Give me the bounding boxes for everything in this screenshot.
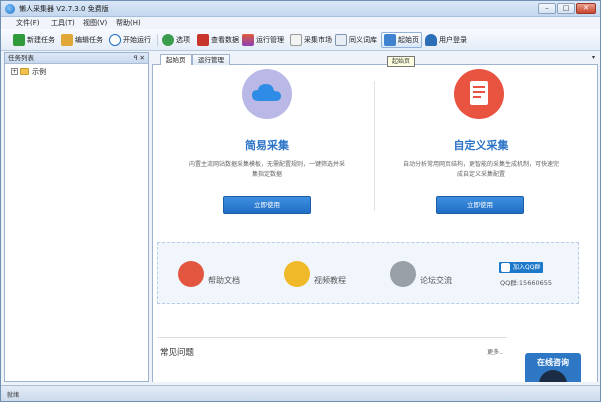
forum-icon — [390, 261, 416, 287]
folder-icon — [20, 68, 29, 75]
market-button[interactable]: 采集市场 — [290, 32, 332, 48]
simple-collect-title: 简易采集 — [245, 139, 289, 152]
start-run-button[interactable]: 开始运行 — [109, 32, 151, 48]
maximize-button[interactable]: □ — [557, 3, 575, 14]
faq-section: 常见问题 更多.. — [157, 337, 507, 382]
tree-item-example[interactable]: + 示例 — [5, 66, 148, 77]
tab-strip: 起始页 运行管理 ▾ — [152, 52, 598, 66]
task-list-header: 任务列表 ꟼ ✕ — [5, 53, 148, 64]
user-icon — [425, 34, 437, 46]
resource-links-box: 帮助文档 视频教程 论坛交流 — [157, 242, 579, 304]
feature-divider — [374, 81, 375, 211]
edit-task-button[interactable]: 编辑任务 — [61, 32, 103, 48]
edit-task-icon — [61, 34, 73, 46]
app-window: 懒人采集器 V2.7.3.0 免费版 – □ ✕ 文件(F) 工具(T) 视图(… — [0, 0, 601, 402]
join-qq-group-button[interactable]: 加入QQ群 — [499, 262, 544, 273]
title-bar: 懒人采集器 V2.7.3.0 免费版 – □ ✕ — [1, 1, 600, 17]
menu-help[interactable]: 帮助(H) — [116, 18, 141, 28]
view-data-icon — [197, 34, 209, 46]
app-logo-icon — [5, 4, 15, 14]
faq-title: 常见问题 — [160, 348, 195, 358]
menu-tools[interactable]: 工具(T) — [51, 18, 75, 28]
online-consult-widget[interactable]: 在线咨询 — [525, 353, 581, 382]
help-doc-link[interactable]: 帮助文档 — [178, 261, 240, 287]
status-text: 就绪 — [7, 392, 20, 399]
faq-more-link[interactable]: 更多.. — [487, 347, 503, 356]
start-page-content: 简易采集 内置主流网站数据采集模板，无需配置规则，一键筛选并采集指定数据 立即使… — [152, 65, 598, 382]
run-manage-button[interactable]: 运行管理 — [242, 32, 284, 48]
qq-group-number: QQ群:15660655 — [500, 279, 553, 287]
synonym-icon — [335, 34, 347, 46]
video-tutorial-link[interactable]: 视频教程 — [284, 261, 346, 287]
market-icon — [290, 34, 302, 46]
forum-link[interactable]: 论坛交流 — [390, 261, 452, 287]
new-task-button[interactable]: 新建任务 — [13, 32, 55, 48]
online-consult-title: 在线咨询 — [537, 358, 569, 367]
cloud-icon — [242, 69, 292, 119]
help-doc-icon — [178, 261, 204, 287]
custom-collect-title: 自定义采集 — [453, 139, 509, 152]
minimize-button[interactable]: – — [538, 3, 556, 14]
expand-icon[interactable]: + — [11, 68, 18, 75]
home-icon — [384, 34, 396, 46]
status-bar: 就绪 — [1, 385, 600, 401]
video-tutorial-icon — [284, 261, 310, 287]
start-page-tooltip: 起始页 — [387, 56, 416, 67]
custom-collect-use-button[interactable]: 立即使用 — [436, 196, 524, 214]
view-data-button[interactable]: 查看数据 — [197, 32, 239, 48]
tab-menu-arrow-icon[interactable]: ▾ — [592, 54, 595, 61]
toolbar: 新建任务 编辑任务 开始运行 选项 查看数据 运行管理 采集市场 同义词库 起始… — [1, 29, 600, 51]
options-button[interactable]: 选项 — [162, 32, 190, 48]
document-icon — [454, 69, 504, 119]
support-avatar — [539, 370, 567, 382]
start-page-button[interactable]: 起始页 — [381, 32, 422, 48]
simple-collect-use-button[interactable]: 立即使用 — [223, 196, 311, 214]
close-button[interactable]: ✕ — [576, 3, 596, 14]
panel-pin-close-buttons[interactable]: ꟼ ✕ — [134, 53, 145, 63]
menu-view[interactable]: 视图(V) — [83, 18, 107, 28]
run-manage-icon — [242, 34, 254, 46]
menu-bar: 文件(F) 工具(T) 视图(V) 帮助(H) — [1, 17, 600, 29]
custom-collect-desc: 自动分析常用网页结构，更智能的采集生成机制，可快速完成自定义采集配置 — [402, 161, 559, 178]
tab-run-manage[interactable]: 运行管理 — [192, 54, 230, 65]
synonym-button[interactable]: 同义词库 — [335, 32, 377, 48]
simple-collect-card: 简易采集 内置主流网站数据采集模板，无需配置规则，一键筛选并采集指定数据 立即使… — [167, 65, 367, 230]
add-task-icon — [13, 34, 25, 46]
toolbar-separator — [157, 34, 158, 46]
window-title: 懒人采集器 V2.7.3.0 免费版 — [19, 5, 109, 13]
custom-collect-card: 自定义采集 自动分析常用网页结构，更智能的采集生成机制，可快速完成自定义采集配置… — [381, 65, 581, 230]
menu-file[interactable]: 文件(F) — [16, 18, 40, 28]
play-icon — [109, 34, 121, 46]
task-list-panel: 任务列表 ꟼ ✕ + 示例 — [4, 52, 149, 382]
simple-collect-desc: 内置主流网站数据采集模板，无需配置规则，一键筛选并采集指定数据 — [188, 161, 345, 178]
options-gear-icon — [162, 34, 174, 46]
user-login-button[interactable]: 用户登录 — [425, 32, 467, 48]
